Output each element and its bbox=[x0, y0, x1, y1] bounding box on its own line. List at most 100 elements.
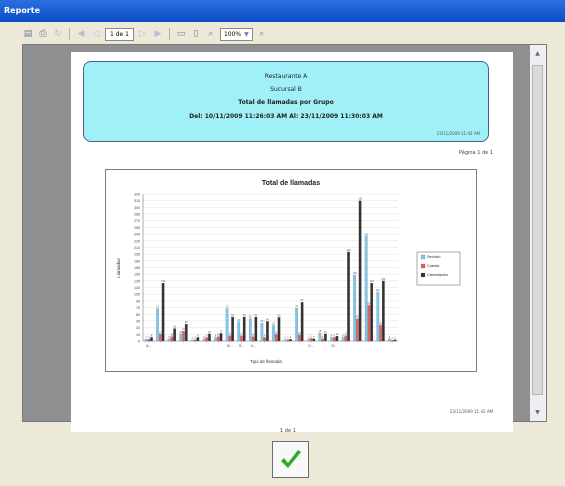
bar-value-label: 135 bbox=[381, 278, 386, 281]
bar-value-label: 73 bbox=[226, 305, 229, 308]
bar bbox=[242, 316, 246, 342]
bar-value-label: 18 bbox=[319, 330, 322, 333]
find-icon[interactable]: ⌕ bbox=[205, 28, 217, 40]
bar bbox=[283, 339, 287, 342]
bar bbox=[156, 308, 159, 342]
bar bbox=[159, 334, 162, 342]
bar-value-label: 2 bbox=[192, 337, 194, 340]
refresh-icon[interactable]: ↻ bbox=[52, 28, 64, 40]
bar bbox=[356, 318, 359, 342]
legend-label: Cancelación bbox=[427, 273, 448, 277]
next-page-icon[interactable]: ▷ bbox=[137, 28, 149, 40]
bar-value-label: 130 bbox=[370, 280, 375, 283]
first-page-icon[interactable]: ◀ bbox=[75, 28, 87, 40]
bar-value-label: 6 bbox=[310, 335, 312, 338]
x-tick-label: V... bbox=[251, 344, 256, 348]
bar-value-label: 11 bbox=[336, 333, 339, 336]
bar bbox=[388, 338, 391, 342]
bar bbox=[184, 323, 188, 342]
bar-value-label: 2 bbox=[391, 337, 393, 340]
y-tick-label: 120 bbox=[134, 286, 140, 290]
scroll-up-icon[interactable]: ▲ bbox=[532, 48, 543, 59]
print-icon[interactable]: ⎙ bbox=[37, 28, 49, 40]
restaurant-name: Restaurante A bbox=[264, 73, 308, 80]
bar bbox=[341, 337, 345, 342]
bar-value-label: 148 bbox=[353, 272, 358, 275]
bar-value-label: 35 bbox=[272, 322, 275, 325]
page-indicator[interactable]: 1 de 1 bbox=[105, 27, 134, 41]
report-page: Restaurante A Sucursal B Total de llamad… bbox=[71, 52, 513, 432]
bar-value-label: 5 bbox=[389, 336, 391, 339]
bar-value-label: 200 bbox=[347, 249, 352, 252]
ok-button[interactable] bbox=[272, 441, 309, 478]
bar bbox=[393, 339, 397, 342]
bar bbox=[251, 336, 255, 342]
bar bbox=[321, 338, 324, 342]
zoom-select[interactable]: 100% ▼ bbox=[219, 27, 253, 41]
bar bbox=[225, 308, 229, 342]
legend-label: Servicio bbox=[427, 255, 441, 259]
bar bbox=[237, 321, 241, 342]
bar bbox=[231, 316, 234, 342]
bar bbox=[144, 339, 148, 342]
y-tick-label: 0 bbox=[138, 340, 140, 344]
legend-swatch bbox=[420, 263, 426, 269]
bar bbox=[205, 337, 209, 342]
bar bbox=[274, 334, 278, 342]
export-icon[interactable]: ▤ bbox=[22, 28, 34, 40]
vertical-scrollbar[interactable]: ▲ ▼ bbox=[530, 45, 546, 421]
bar-value-label: 5 bbox=[313, 336, 315, 339]
bar bbox=[344, 335, 348, 342]
page-setup-icon[interactable]: ▯ bbox=[190, 28, 202, 40]
bar-value-label: 4 bbox=[290, 336, 292, 339]
page-layout-icon[interactable]: ▭ bbox=[175, 28, 187, 40]
scroll-down-icon[interactable]: ▼ bbox=[532, 407, 543, 418]
bar-value-label: 8 bbox=[264, 334, 266, 337]
bar-value-label: 315 bbox=[358, 198, 363, 201]
y-tick-label: 225 bbox=[134, 239, 140, 243]
bar bbox=[214, 337, 217, 342]
bar bbox=[353, 274, 356, 342]
bar bbox=[309, 338, 313, 342]
page-number: Página 1 de 1 bbox=[458, 150, 493, 156]
x-tick-label: C... bbox=[308, 344, 314, 348]
bar bbox=[367, 305, 371, 342]
bar-value-label: 130 bbox=[161, 280, 166, 283]
bar bbox=[170, 336, 174, 342]
bar-value-label: 3 bbox=[194, 337, 196, 340]
bar bbox=[306, 339, 310, 342]
chevron-down-icon[interactable]: ▼ bbox=[244, 29, 249, 40]
scroll-thumb[interactable] bbox=[532, 65, 543, 395]
legend-swatch bbox=[420, 254, 426, 260]
bar-value-label: 235 bbox=[364, 233, 369, 236]
bar bbox=[240, 335, 243, 342]
bar-value-label: 38 bbox=[185, 321, 188, 324]
bar bbox=[147, 339, 151, 342]
prev-page-icon[interactable]: ◁ bbox=[90, 28, 102, 40]
bar-value-label: 3 bbox=[287, 337, 289, 340]
bar bbox=[289, 339, 292, 342]
bar-value-label: 8 bbox=[197, 334, 199, 337]
bar bbox=[173, 328, 176, 342]
chart-legend: Servicio Cuenta Cancelación bbox=[416, 251, 461, 286]
bar-value-label: 28 bbox=[173, 326, 176, 329]
y-tick-label: 255 bbox=[134, 226, 140, 230]
bar bbox=[196, 337, 200, 342]
bar bbox=[318, 332, 322, 342]
bar bbox=[335, 336, 339, 342]
bar bbox=[219, 333, 223, 342]
bar-value-label: 110 bbox=[376, 289, 380, 292]
zoom-icon[interactable]: ⌕ bbox=[256, 28, 268, 40]
bar bbox=[208, 333, 211, 342]
bar bbox=[330, 337, 333, 342]
y-tick-label: 105 bbox=[134, 293, 140, 297]
bar-value-label: 5 bbox=[203, 336, 205, 339]
report-header: Restaurante A Sucursal B Total de llamad… bbox=[83, 61, 489, 142]
bar-value-label: 17 bbox=[220, 330, 223, 333]
bar bbox=[228, 335, 232, 342]
last-page-icon[interactable]: ▶ bbox=[152, 28, 164, 40]
bar-value-label: 3 bbox=[284, 337, 286, 340]
bar-value-label: 53 bbox=[278, 314, 281, 317]
bar-value-label: 3 bbox=[308, 337, 310, 340]
page-status: 1 de 1 bbox=[280, 428, 296, 434]
